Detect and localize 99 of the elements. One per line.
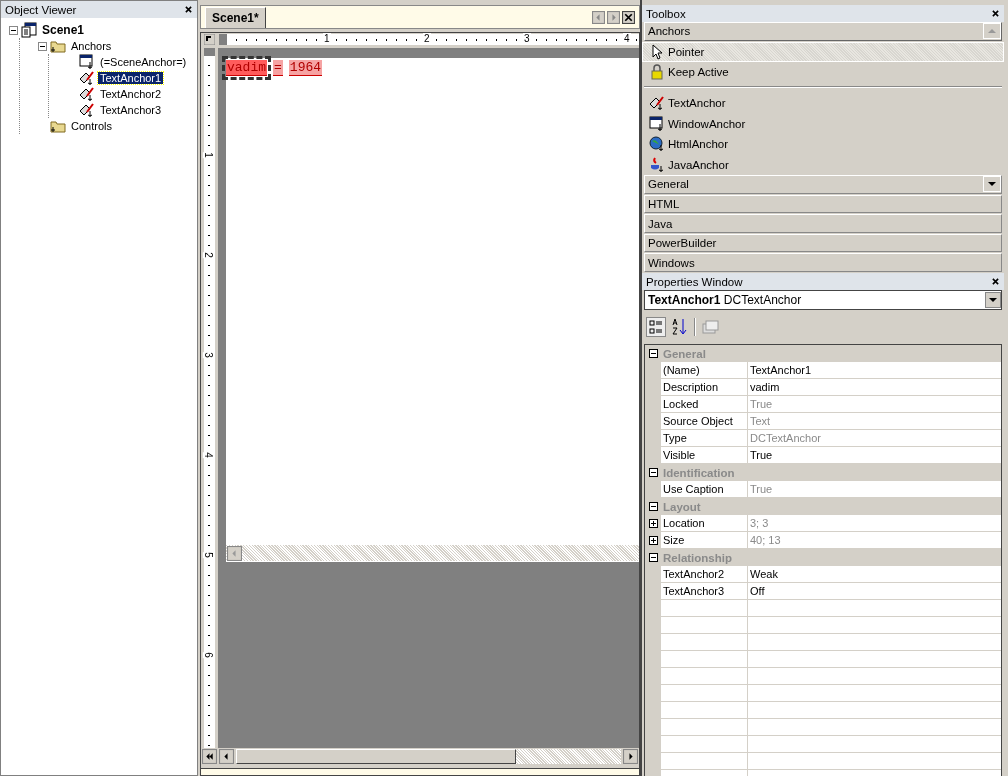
toolbox-item[interactable]: WindowAnchor [642, 113, 1004, 134]
window-anchor-icon [649, 115, 665, 132]
ruler-number: 5 [202, 552, 213, 558]
tree-item[interactable]: TextAnchor1 [98, 72, 164, 84]
property-name: Source Object [661, 413, 748, 430]
tree-item[interactable]: Anchors [69, 40, 114, 52]
panel-title: Properties Window [646, 275, 743, 288]
pencil-anchor-icon [79, 102, 95, 118]
tree-item[interactable]: TextAnchor2 [98, 88, 164, 100]
ruler-number: 2 [202, 252, 213, 258]
first-page-icon[interactable] [202, 748, 217, 764]
tree-item[interactable]: Scene1 [40, 23, 87, 37]
folder-icon [50, 118, 66, 134]
property-value[interactable]: True [748, 396, 1001, 413]
collapse-icon[interactable] [38, 41, 47, 51]
close-icon[interactable] [185, 6, 192, 13]
property-name: (Name) [661, 362, 748, 379]
panel-title: Object Viewer [5, 3, 77, 16]
property-name: Use Caption [661, 481, 748, 498]
property-value[interactable]: True [748, 481, 1001, 498]
property-name: TextAnchor3 [661, 583, 748, 600]
panel-title: Toolbox [646, 7, 686, 20]
scrollbar-thumb[interactable] [236, 748, 516, 764]
scroll-left-icon[interactable] [592, 10, 605, 24]
scroll-left-icon[interactable] [219, 748, 234, 764]
ruler-number: 2 [423, 33, 431, 44]
scroll-up-icon[interactable] [983, 23, 1001, 40]
section-header: Relationship [663, 551, 732, 564]
category-header[interactable]: Anchors [644, 22, 1002, 41]
section-header: Identification [663, 466, 735, 479]
property-value[interactable]: 40; 13 [748, 532, 1001, 549]
pointer-icon [649, 43, 665, 60]
ruler-number: 4 [623, 33, 631, 44]
ruler-number: 3 [523, 33, 531, 44]
ruler-number: 4 [202, 452, 213, 458]
ruler-number: 6 [202, 652, 213, 658]
object-dropdown[interactable]: TextAnchor1 DCTextAnchor [644, 290, 1002, 310]
property-value[interactable]: Off [748, 583, 1001, 600]
property-value[interactable]: TextAnchor1 [748, 362, 1001, 379]
ruler-corner-icon[interactable] [204, 34, 215, 45]
property-name: TextAnchor2 [661, 566, 748, 583]
tree-item[interactable]: (=SceneAnchor=) [98, 56, 189, 68]
scrollbar-track[interactable] [236, 748, 621, 764]
collapse-icon[interactable] [649, 553, 658, 562]
section-header: General [663, 347, 706, 360]
property-name: Visible [661, 447, 748, 464]
toolbox-item[interactable]: JavaAnchor [642, 154, 1004, 176]
category-header[interactable]: PowerBuilder [644, 233, 1002, 253]
pencil-anchor-icon [79, 86, 95, 102]
scroll-right-icon[interactable] [623, 748, 638, 764]
property-name: Type [661, 430, 748, 447]
property-value[interactable]: Weak [748, 566, 1001, 583]
expand-icon[interactable] [648, 536, 658, 545]
categorized-icon[interactable] [646, 317, 666, 337]
document-tab[interactable]: Scene1* [205, 7, 266, 28]
padlock-icon [649, 64, 665, 81]
folder-icon [50, 38, 66, 54]
collapse-icon[interactable] [649, 349, 658, 358]
text-anchor[interactable]: = [273, 60, 283, 76]
toolbox-item[interactable]: Keep Active [642, 62, 1004, 83]
section-header: Layout [663, 500, 701, 513]
property-value[interactable]: 3; 3 [748, 515, 1001, 532]
category-header[interactable]: Windows [644, 253, 1002, 273]
property-name: Location [661, 515, 748, 532]
property-value[interactable]: Text [748, 413, 1001, 430]
property-name: Locked [661, 396, 748, 413]
collapse-icon[interactable] [649, 468, 658, 477]
category-header[interactable]: Java [644, 214, 1002, 233]
toolbox-item[interactable]: Pointer [642, 41, 1004, 63]
pencil-anchor-icon [649, 95, 665, 111]
text-anchor[interactable]: 1964 [288, 60, 323, 76]
property-name: Size [661, 532, 748, 549]
pencil-anchor-icon [79, 70, 95, 86]
close-icon[interactable] [992, 10, 999, 17]
cup-anchor-icon [649, 156, 665, 173]
ruler-number: 1 [323, 33, 331, 44]
ruler-number: 1 [202, 152, 213, 158]
globe-anchor-icon [649, 136, 665, 153]
property-value[interactable]: DCTextAnchor [748, 430, 1001, 447]
category-header[interactable]: HTML [644, 194, 1002, 214]
scroll-left-icon[interactable] [227, 545, 242, 561]
tree-item[interactable]: TextAnchor3 [98, 104, 164, 116]
category-header[interactable]: General [644, 175, 1002, 194]
property-value[interactable]: True [748, 447, 1001, 464]
window-anchor-icon [79, 54, 95, 70]
scroll-down-icon[interactable] [983, 176, 1001, 193]
collapse-icon[interactable] [649, 502, 658, 511]
close-icon[interactable] [622, 10, 635, 24]
ruler-number: 3 [202, 352, 213, 358]
expand-icon[interactable] [648, 519, 658, 528]
collapse-icon[interactable] [9, 25, 18, 35]
property-value[interactable]: vadim [748, 379, 1001, 396]
toolbox-item[interactable]: HtmlAnchor [642, 133, 1004, 155]
document-icon [21, 22, 37, 38]
property-name: Description [661, 379, 748, 396]
tree-item[interactable]: Controls [69, 120, 114, 132]
horizontal-scrollbar[interactable] [226, 545, 639, 562]
toolbox-item[interactable]: TextAnchor [642, 92, 1004, 114]
close-icon[interactable] [992, 278, 999, 285]
